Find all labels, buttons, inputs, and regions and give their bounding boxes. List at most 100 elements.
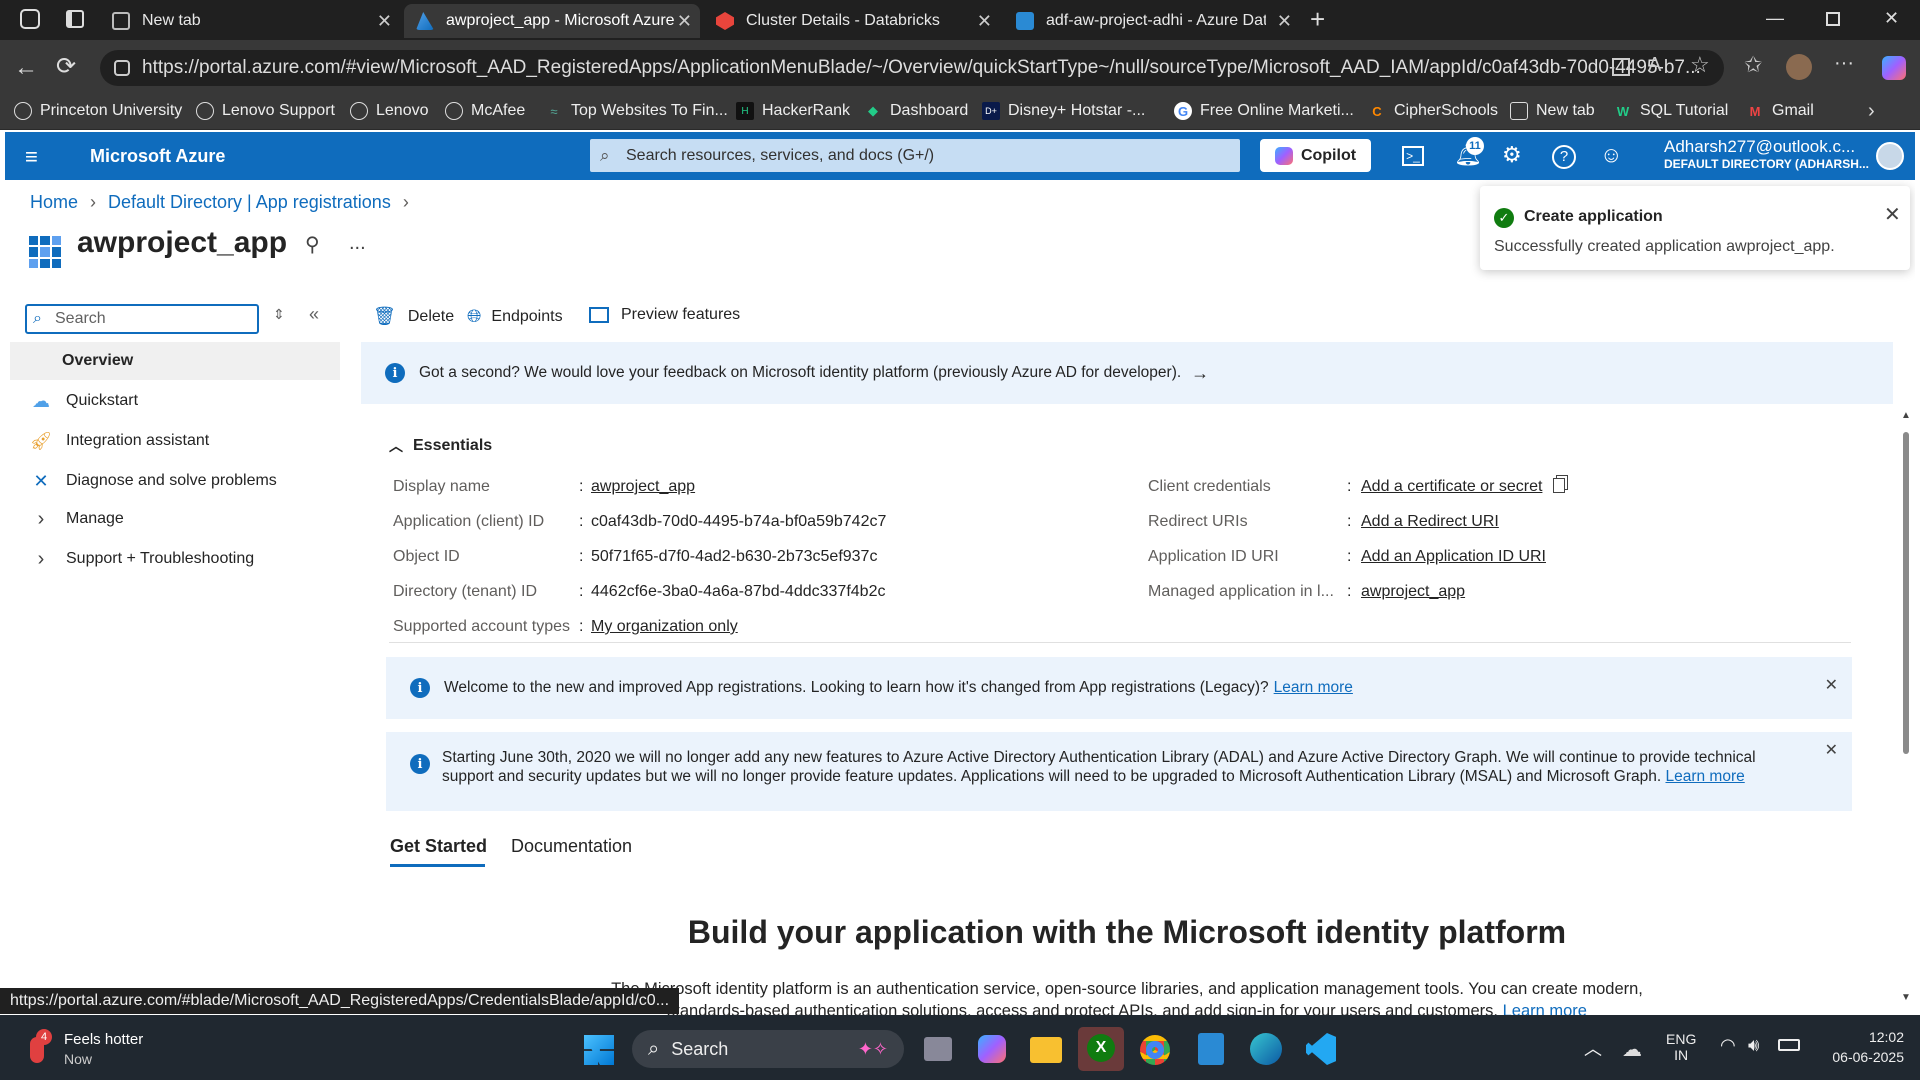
clock[interactable]: 12:02 06-06-2025	[1812, 1029, 1904, 1065]
read-aloud-icon[interactable]: A	[1648, 54, 1661, 77]
chrome-icon[interactable]	[1140, 1035, 1170, 1065]
azure-brand[interactable]: Microsoft Azure	[90, 146, 225, 167]
onedrive-icon[interactable]: ☁	[1622, 1037, 1642, 1062]
tab-databricks[interactable]: Cluster Details - Databricks ✕	[704, 4, 1000, 38]
close-icon[interactable]: ✕	[377, 11, 392, 32]
dismiss-icon[interactable]: ✕	[1825, 675, 1838, 695]
azure-search-input[interactable]: ⌕ Search resources, services, and docs (…	[590, 139, 1240, 172]
sidebar-item-overview[interactable]: Overview	[10, 342, 340, 380]
breadcrumb-app-registrations[interactable]: Default Directory | App registrations	[108, 192, 391, 213]
scroll-down-icon[interactable]: ▼	[1901, 992, 1911, 1003]
volume-icon[interactable]: 🔊︎	[1748, 1035, 1759, 1056]
learn-more-link[interactable]: Learn more	[1665, 768, 1744, 785]
sidebar-item-diagnose[interactable]: ✕ Diagnose and solve problems	[30, 462, 276, 500]
scroll-thumb[interactable]	[1903, 432, 1909, 754]
tab-adf[interactable]: adf-aw-project-adhi - Azure Data ✕	[1004, 4, 1300, 38]
task-view-icon[interactable]	[924, 1037, 952, 1061]
collapse-sidebar-icon[interactable]: «	[309, 304, 319, 325]
settings-gear-icon[interactable]: ⚙	[1502, 142, 1522, 168]
vscode-icon[interactable]	[1306, 1033, 1336, 1065]
bookmark-hackerrank[interactable]: H HackerRank	[736, 102, 850, 120]
back-icon[interactable]: ←	[14, 54, 38, 82]
essentials-toggle[interactable]: ︿ Essentials	[389, 436, 492, 456]
chevron-up-icon[interactable]: ︿	[1584, 1035, 1602, 1061]
sidebar-search-input[interactable]: ⌕ Search	[25, 304, 259, 334]
url-field[interactable]: https://portal.azure.com/#view/Microsoft…	[100, 50, 1724, 86]
windows-start-icon[interactable]	[584, 1035, 614, 1065]
bookmark-hotstar[interactable]: D+ Disney+ Hotstar -...	[982, 102, 1145, 120]
notepad-icon[interactable]	[1198, 1033, 1224, 1065]
bookmark-lenovo[interactable]: Lenovo	[350, 102, 429, 120]
tab-get-started[interactable]: Get Started	[390, 836, 487, 857]
app-id-uri-link[interactable]: Add an Application ID URI	[1361, 548, 1546, 566]
profile-avatar[interactable]	[1786, 54, 1812, 80]
close-icon[interactable]: ✕	[1277, 11, 1292, 32]
display-name-link[interactable]: awproject_app	[591, 478, 695, 496]
chevron-right-icon[interactable]: ›	[1868, 100, 1875, 123]
site-info-icon[interactable]	[114, 60, 130, 76]
bookmark-princeton[interactable]: Princeton University	[14, 102, 182, 120]
account-menu[interactable]: Adharsh277@outlook.c... DEFAULT DIRECTOR…	[1664, 137, 1894, 171]
account-types-link[interactable]: My organization only	[591, 618, 738, 636]
battery-icon[interactable]	[1778, 1039, 1800, 1051]
bookmark-lenovo-support[interactable]: Lenovo Support	[196, 102, 335, 120]
more-icon[interactable]: ···	[1834, 52, 1854, 75]
feedback-banner[interactable]: i Got a second? We would love your feedb…	[361, 342, 1893, 404]
help-icon[interactable]: ?	[1552, 145, 1576, 169]
scroll-up-icon[interactable]: ▲	[1901, 410, 1911, 421]
sidebar-item-quickstart[interactable]: ☁ Quickstart	[30, 382, 138, 420]
hamburger-menu-icon[interactable]: ≡	[25, 144, 38, 170]
cloud-shell-icon[interactable]: >_	[1402, 146, 1424, 166]
refresh-icon[interactable]: ⟳	[56, 52, 76, 81]
weather-widget[interactable]: 4 Feels hotter Now	[22, 1029, 162, 1069]
client-credentials-link[interactable]: Add a certificate or secret	[1361, 478, 1542, 496]
sidebar-item-manage[interactable]: › Manage	[30, 500, 124, 538]
learn-more-link[interactable]: Learn more	[1503, 1002, 1587, 1015]
managed-app-link[interactable]: awproject_app	[1361, 583, 1465, 601]
tab-azure[interactable]: awproject_app - Microsoft Azure ✕	[404, 4, 700, 38]
bookmark-free-marketing[interactable]: G Free Online Marketi...	[1174, 102, 1354, 120]
toast-close-icon[interactable]: ✕	[1884, 202, 1901, 227]
favorite-star-icon[interactable]: ☆	[1690, 52, 1710, 78]
language-indicator[interactable]: ENG IN	[1666, 1031, 1696, 1063]
more-options-icon[interactable]: ...	[349, 232, 366, 255]
xbox-icon[interactable]: X	[1078, 1027, 1124, 1071]
user-avatar[interactable]	[1876, 142, 1904, 170]
endpoints-button[interactable]: 🌐︎ Endpoints	[467, 306, 563, 327]
close-icon[interactable]: ✕	[677, 11, 692, 32]
favorites-icon[interactable]: ✩	[1744, 52, 1762, 78]
feedback-icon[interactable]: ☺	[1600, 142, 1622, 168]
app-available-icon[interactable]	[1612, 58, 1630, 76]
vertical-tabs-icon[interactable]	[66, 10, 84, 28]
minimize-icon[interactable]: —	[1766, 8, 1784, 29]
breadcrumb-home[interactable]: Home	[30, 192, 78, 213]
preview-features-button[interactable]: Preview features	[589, 306, 740, 324]
copilot-taskbar-icon[interactable]	[978, 1035, 1006, 1063]
copy-icon[interactable]	[1553, 478, 1565, 493]
copilot-browser-icon[interactable]	[1882, 56, 1906, 80]
workspaces-icon[interactable]	[20, 9, 40, 29]
copilot-button[interactable]: Copilot	[1260, 139, 1371, 172]
new-tab-plus-icon[interactable]: +	[1310, 4, 1325, 35]
scrollbar[interactable]: ▲ ▼	[1900, 410, 1912, 1008]
sort-icon[interactable]: ⇕	[273, 306, 285, 323]
redirect-uri-link[interactable]: Add a Redirect URI	[1361, 513, 1499, 531]
edge-icon[interactable]	[1250, 1033, 1282, 1065]
bookmark-gmail[interactable]: M Gmail	[1746, 102, 1814, 120]
bookmark-cipherschools[interactable]: C CipherSchools	[1368, 102, 1498, 120]
tab-documentation[interactable]: Documentation	[511, 836, 632, 857]
dismiss-icon[interactable]: ✕	[1825, 740, 1838, 760]
bookmark-new-tab[interactable]: New tab	[1510, 102, 1595, 120]
bookmark-sql-tutorial[interactable]: W SQL Tutorial	[1614, 102, 1728, 120]
bookmark-top-websites[interactable]: ≈ Top Websites To Fin...	[545, 102, 727, 120]
wifi-icon[interactable]: ◠	[1720, 1035, 1736, 1056]
bookmark-dashboard[interactable]: ◆ Dashboard	[864, 102, 968, 120]
learn-more-link[interactable]: Learn more	[1274, 679, 1353, 697]
sidebar-item-integration-assistant[interactable]: 🚀︎ Integration assistant	[30, 422, 210, 460]
taskbar-search[interactable]: ⌕ Search ✦✧	[632, 1030, 904, 1068]
pin-icon[interactable]: ⚲	[305, 232, 320, 257]
tab-new-tab[interactable]: New tab ✕	[100, 4, 400, 38]
file-explorer-icon[interactable]	[1030, 1037, 1062, 1063]
restore-icon[interactable]	[1826, 12, 1840, 26]
sidebar-item-support[interactable]: › Support + Troubleshooting	[30, 540, 254, 578]
